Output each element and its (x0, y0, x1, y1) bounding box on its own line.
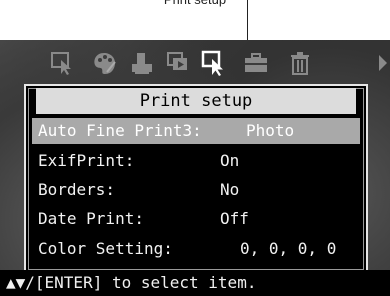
menu-item-color-setting[interactable]: Color Setting: 0, 0, 0, 0 (32, 236, 360, 262)
menu-item-exifprint[interactable]: ExifPrint: On (32, 148, 360, 174)
select-frame-icon[interactable] (46, 47, 78, 79)
menu-item-borders[interactable]: Borders: No (32, 177, 360, 203)
status-hint: ▲▼/[ENTER] to select item. (0, 270, 390, 296)
menu-item-label: Color Setting: (38, 239, 173, 258)
menu-toolbar (0, 47, 390, 83)
callout-pointer (247, 0, 248, 40)
menu-item-value: On (220, 151, 240, 170)
menu-item-date-print[interactable]: Date Print: Off (32, 206, 360, 232)
menu-item-value: 0, 0, 0, 0 (240, 239, 337, 258)
menu-item-value: Photo (246, 121, 295, 140)
dialog-title: Print setup (36, 88, 356, 114)
camera-screen: Print setup Auto Fine Print3: Photo Exif… (0, 40, 390, 296)
menu-item-label: Date Print: (38, 209, 144, 228)
callout-label: Print setup (0, 0, 390, 10)
menu-item-value: No (220, 180, 240, 199)
slideshow-icon[interactable] (162, 47, 194, 79)
menu-item-value: Off (220, 209, 249, 228)
print-icon[interactable] (126, 47, 158, 79)
menu-item-label: Borders: (38, 180, 116, 199)
callout-area: Print setup (0, 0, 390, 40)
toolbox-icon[interactable] (240, 47, 272, 79)
print-setup-icon[interactable] (198, 47, 230, 79)
print-setup-dialog: Print setup Auto Fine Print3: Photo Exif… (24, 84, 368, 274)
trash-icon[interactable] (284, 47, 316, 79)
menu-item-auto-fine-print[interactable]: Auto Fine Print3: Photo (32, 118, 360, 144)
palette-icon[interactable] (88, 47, 120, 79)
next-arrow-icon[interactable] (378, 54, 388, 72)
menu-item-label: ExifPrint: (38, 151, 135, 170)
menu-item-label: Auto Fine Print3: (38, 121, 202, 140)
